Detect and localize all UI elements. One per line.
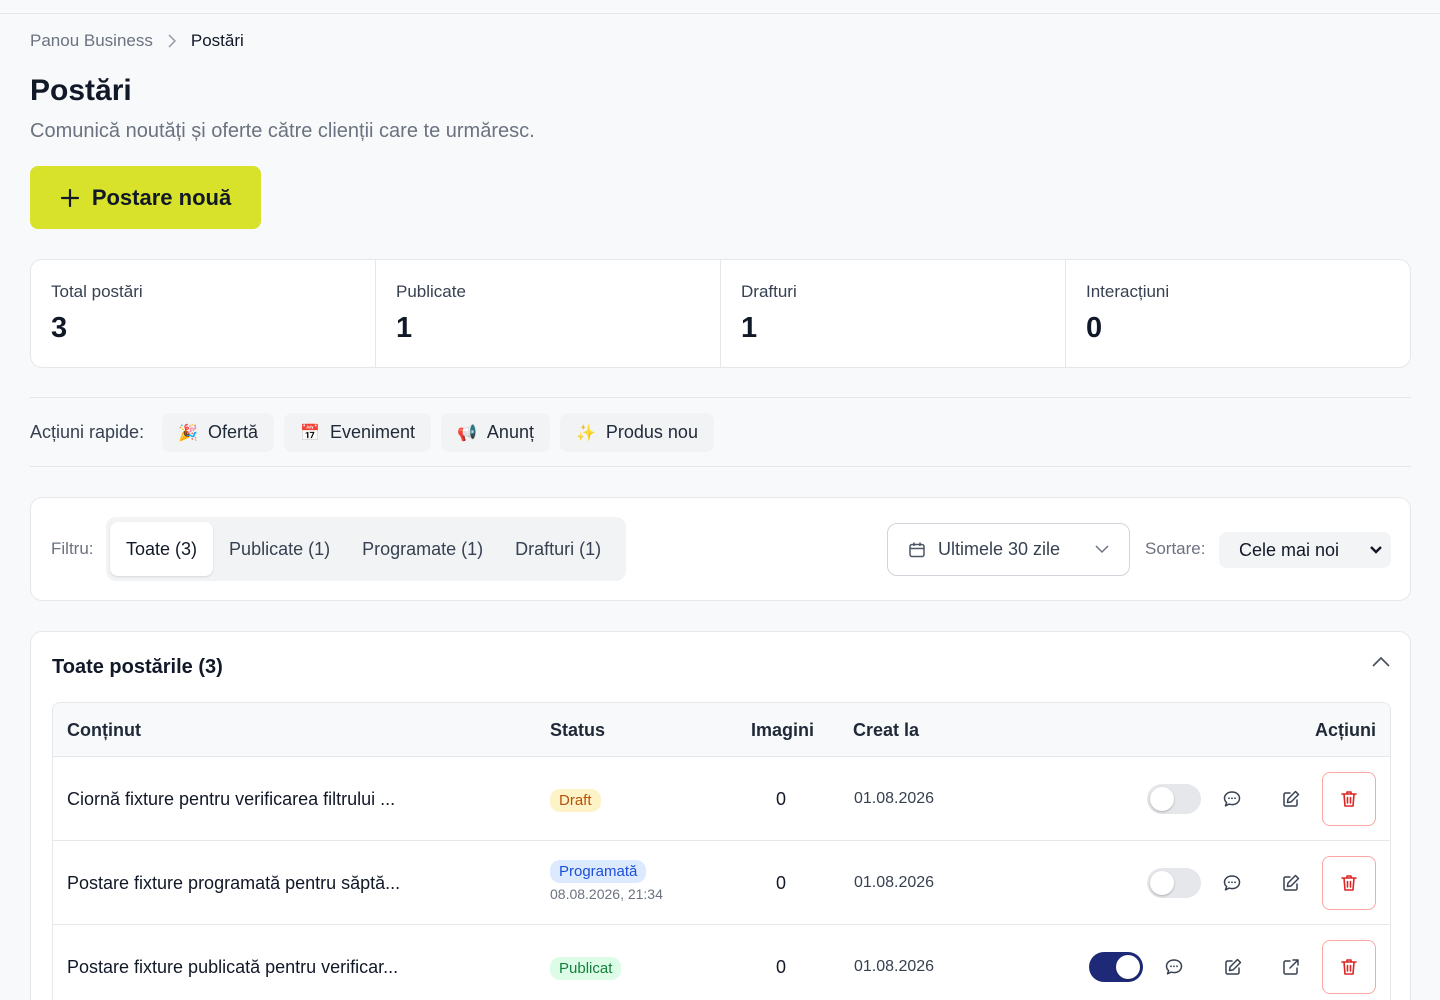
- posts-panel: Toate postările (3) Conținut Status Imag…: [30, 631, 1411, 1000]
- megaphone-icon: 📢: [457, 424, 477, 442]
- stat-interactions: Interacțiuni 0: [1066, 260, 1410, 367]
- post-content[interactable]: Postare fixture programată pentru săptă.…: [67, 873, 400, 894]
- scheduled-date: 08.08.2026, 21:34: [550, 886, 663, 902]
- delete-button[interactable]: [1322, 940, 1376, 994]
- sort-select[interactable]: Cele mai noi: [1219, 532, 1391, 568]
- column-status: Status: [550, 720, 606, 740]
- post-content[interactable]: Postare fixture publicată pentru verific…: [67, 957, 398, 978]
- stat-published: Publicate 1: [376, 260, 721, 367]
- posts-panel-title: Toate postările (3): [52, 656, 223, 678]
- filter-tab-all[interactable]: Toate (3): [110, 522, 214, 576]
- quick-action-label: Anunț: [486, 422, 534, 442]
- new-post-button[interactable]: Postare nouă: [30, 166, 261, 229]
- stat-drafts: Drafturi 1: [721, 260, 1066, 367]
- column-actions: Acțiuni: [1315, 720, 1376, 740]
- calendar-icon: 📅: [300, 424, 320, 442]
- stat-label: Drafturi: [741, 282, 797, 301]
- filter-tab-published[interactable]: Publicate (1): [213, 522, 346, 576]
- quick-actions-bar: Acțiuni rapide: 🎉 Ofertă 📅 Eveniment 📢 A…: [30, 413, 714, 452]
- edit-icon[interactable]: [1221, 955, 1245, 979]
- post-images-count: 0: [776, 789, 787, 809]
- post-created-date: 01.08.2026: [854, 874, 935, 891]
- sort-value: Cele mai noi: [1239, 539, 1340, 560]
- quick-actions-label: Acțiuni rapide:: [30, 422, 145, 442]
- filter-tab-scheduled[interactable]: Programate (1): [346, 522, 499, 576]
- stat-value: 3: [51, 312, 68, 344]
- status-badge: Publicat: [550, 957, 622, 980]
- post-created-date: 01.08.2026: [854, 790, 935, 807]
- edit-icon[interactable]: [1279, 787, 1303, 811]
- calendar-icon: [908, 541, 926, 559]
- breadcrumb-parent-link[interactable]: Panou Business: [30, 31, 153, 51]
- delete-button[interactable]: [1322, 772, 1376, 826]
- plus-icon: [60, 188, 80, 208]
- column-content: Conținut: [67, 720, 141, 740]
- post-content[interactable]: Ciornă fixture pentru verificarea filtru…: [67, 789, 395, 810]
- filter-bar: Filtru: Toate (3) Publicate (1) Programa…: [30, 497, 1411, 601]
- stat-label: Total postări: [51, 282, 143, 301]
- quick-action-label: Ofertă: [208, 422, 259, 442]
- edit-icon[interactable]: [1279, 871, 1303, 895]
- sparkles-icon: ✨: [575, 424, 596, 442]
- table-row: Postare fixture publicată pentru verific…: [53, 925, 1390, 1000]
- chevron-down-icon: [1369, 545, 1383, 555]
- stat-label: Interacțiuni: [1086, 282, 1170, 301]
- page-subtitle: Comunică noutăți și oferte către clienți…: [30, 120, 535, 142]
- sort-label: Sortare:: [1145, 539, 1206, 558]
- new-post-label: Postare nouă: [91, 184, 232, 210]
- filter-label: Filtru:: [51, 539, 94, 558]
- stat-label: Publicate: [396, 282, 466, 301]
- trash-icon: [1339, 789, 1359, 809]
- filter-tabs: Toate (3) Publicate (1) Programate (1) D…: [106, 517, 626, 581]
- breadcrumb-current: Postări: [190, 31, 244, 50]
- breadcrumb: Panou Business Postări: [30, 31, 244, 51]
- post-status: Publicat: [550, 957, 622, 980]
- quick-action-announcement[interactable]: 📢 Anunț: [441, 413, 550, 452]
- quick-action-event[interactable]: 📅 Eveniment: [284, 413, 431, 452]
- external-link-icon[interactable]: [1279, 955, 1303, 979]
- date-range-dropdown[interactable]: Ultimele 30 zile: [887, 523, 1130, 576]
- date-range-value: Ultimele 30 zile: [938, 539, 1061, 559]
- comment-icon[interactable]: [1220, 871, 1244, 895]
- trash-icon: [1339, 957, 1359, 977]
- column-images: Imagini: [751, 720, 815, 740]
- stat-value: 1: [741, 312, 758, 344]
- filter-tab-drafts[interactable]: Drafturi (1): [499, 522, 617, 576]
- post-status: Programată 08.08.2026, 21:34: [550, 860, 663, 902]
- trash-icon: [1339, 873, 1359, 893]
- quick-action-offer[interactable]: 🎉 Ofertă: [162, 413, 275, 452]
- status-badge: Programată: [550, 860, 647, 883]
- table-header: Conținut Status Imagini Creat la Acțiuni: [53, 703, 1390, 757]
- publish-toggle[interactable]: [1147, 784, 1201, 814]
- page-title: Postări: [30, 74, 132, 107]
- stat-value: 1: [396, 312, 413, 344]
- top-divider: [0, 13, 1440, 14]
- post-status: Draft: [550, 789, 601, 812]
- quick-action-new-product[interactable]: ✨ Produs nou: [559, 413, 714, 452]
- chevron-right-icon: [167, 34, 177, 48]
- table-row: Ciornă fixture pentru verificarea filtru…: [53, 757, 1390, 841]
- status-badge: Draft: [550, 789, 601, 812]
- chevron-up-icon[interactable]: [1372, 656, 1390, 668]
- column-created: Creat la: [853, 720, 920, 740]
- post-images-count: 0: [776, 873, 787, 893]
- posts-table: Conținut Status Imagini Creat la Acțiuni…: [52, 702, 1391, 1000]
- stat-value: 0: [1086, 312, 1103, 344]
- quick-action-label: Produs nou: [605, 422, 698, 442]
- stats-panel: Total postări 3 Publicate 1 Drafturi 1 I…: [30, 259, 1411, 368]
- table-row: Postare fixture programată pentru săptă.…: [53, 841, 1390, 925]
- publish-toggle[interactable]: [1089, 952, 1143, 982]
- chevron-down-icon: [1095, 545, 1109, 554]
- publish-toggle[interactable]: [1147, 868, 1201, 898]
- comment-icon[interactable]: [1162, 955, 1186, 979]
- delete-button[interactable]: [1322, 856, 1376, 910]
- post-images-count: 0: [776, 957, 787, 977]
- party-popper-icon: 🎉: [178, 424, 198, 442]
- comment-icon[interactable]: [1220, 787, 1244, 811]
- section-divider: [30, 397, 1411, 398]
- post-created-date: 01.08.2026: [854, 958, 935, 975]
- section-divider: [30, 466, 1411, 467]
- stat-total-posts: Total postări 3: [31, 260, 376, 367]
- quick-action-label: Eveniment: [329, 422, 415, 442]
